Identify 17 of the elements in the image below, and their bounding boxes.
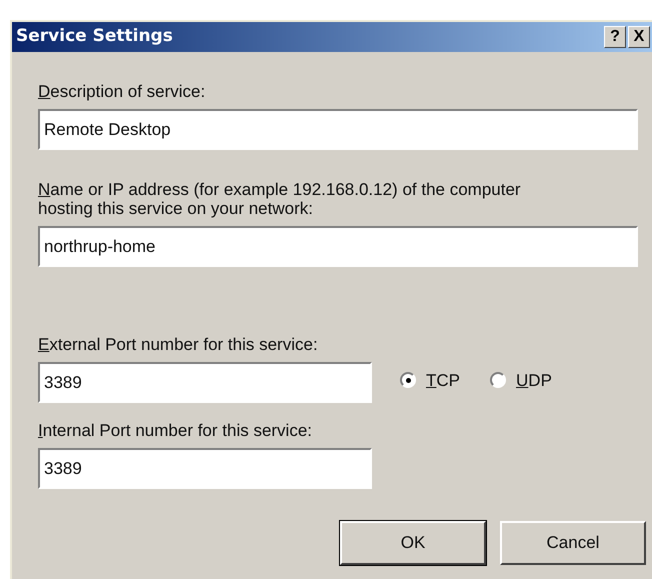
radio-option[interactable]: TCP xyxy=(400,368,460,393)
text-field[interactable]: 3389 xyxy=(38,362,372,403)
text-field[interactable]: 3389 xyxy=(38,448,372,489)
close-button[interactable]: X xyxy=(628,26,650,48)
help-button[interactable]: ? xyxy=(604,26,626,48)
field-label: Name or IP address (for example 192.168.0.12) of the computer hosting this service on your network: xyxy=(38,180,522,218)
radio-option[interactable]: UDP xyxy=(490,368,552,393)
cancel-button[interactable]: Cancel xyxy=(500,521,646,565)
radio-button[interactable] xyxy=(400,372,416,388)
field-label: Internal Port number for this service: xyxy=(38,421,314,440)
field-label: External Port number for this service: xyxy=(38,335,319,354)
text-field[interactable]: Remote Desktop xyxy=(38,109,638,150)
radio-button[interactable] xyxy=(490,372,506,388)
text-field[interactable]: northrup-home xyxy=(38,226,638,267)
ok-button[interactable]: OK xyxy=(340,521,486,565)
field-label: Description of service: xyxy=(38,82,206,101)
window-title: Service Settings xyxy=(16,25,173,48)
